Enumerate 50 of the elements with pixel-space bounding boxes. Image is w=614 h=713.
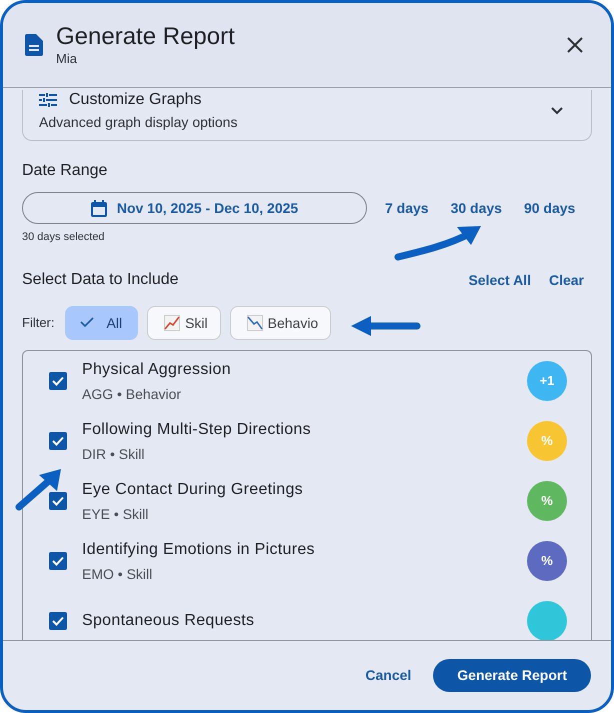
section-title: Select Data to Include xyxy=(22,270,179,290)
check-icon xyxy=(52,436,64,446)
checkbox[interactable] xyxy=(49,552,67,570)
helper-text: 30 days selected xyxy=(22,230,105,244)
cancel-button[interactable]: Cancel xyxy=(363,659,414,692)
preset-button[interactable]: 7 days xyxy=(375,194,439,222)
filter-label: Filter: xyxy=(22,314,54,332)
item-name: Physical Aggression xyxy=(82,360,231,380)
checkbox[interactable] xyxy=(49,432,67,450)
item-name: Eye Contact During Greetings xyxy=(82,480,303,500)
check-icon xyxy=(52,556,64,566)
graph-options-card[interactable]: Customize Graphs Advanced graph display options xyxy=(22,90,592,141)
falling-chart-icon xyxy=(246,315,263,331)
chevron-down-icon[interactable] xyxy=(551,107,563,115)
type-badge: % xyxy=(527,421,567,461)
check-icon xyxy=(52,496,64,506)
item-name: Identifying Emotions in Pictures xyxy=(82,540,315,560)
rising-chart-icon xyxy=(164,315,180,331)
item-meta: DIR • Skill xyxy=(82,444,146,462)
card-title: Customize Graphs xyxy=(69,90,202,110)
dialog-subtitle: Mia xyxy=(56,51,78,67)
item-name: Following Multi-Step Directions xyxy=(82,420,311,440)
item-name: Spontaneous Requests xyxy=(82,611,254,631)
calendar-icon xyxy=(90,200,107,216)
filter-chip[interactable]: Skil xyxy=(147,306,221,340)
card-description: Advanced graph display options xyxy=(39,113,238,132)
item-meta: EYE • Skill xyxy=(82,504,150,522)
check-icon xyxy=(52,376,64,386)
annotation-arrow xyxy=(349,315,421,337)
document-icon xyxy=(25,34,43,56)
type-badge: % xyxy=(527,481,567,521)
checkbox[interactable] xyxy=(49,492,67,510)
type-badge: % xyxy=(527,541,567,581)
text-button[interactable]: Select All xyxy=(462,268,537,292)
check-icon xyxy=(52,616,64,626)
item-meta: EMO • Skill xyxy=(82,564,154,582)
filter-chip[interactable]: All xyxy=(64,306,138,340)
checkbox[interactable] xyxy=(49,612,67,630)
preset-button[interactable]: 90 days xyxy=(514,194,586,222)
text-button[interactable]: Clear xyxy=(542,268,590,292)
preset-button[interactable]: 30 days xyxy=(440,194,512,222)
date-range-field[interactable]: Nov 10, 2025 - Dec 10, 2025 xyxy=(22,192,367,224)
checkbox[interactable] xyxy=(49,372,67,390)
dialog-title: Generate Report xyxy=(56,23,235,51)
generate-report-button[interactable]: Generate Report xyxy=(433,659,591,692)
sliders-icon xyxy=(39,93,57,107)
item-meta: AGG • Behavior xyxy=(82,384,182,402)
filter-chip[interactable]: Behavio xyxy=(230,306,332,340)
section-title: Date Range xyxy=(22,161,108,181)
type-badge: +1 xyxy=(527,361,567,401)
